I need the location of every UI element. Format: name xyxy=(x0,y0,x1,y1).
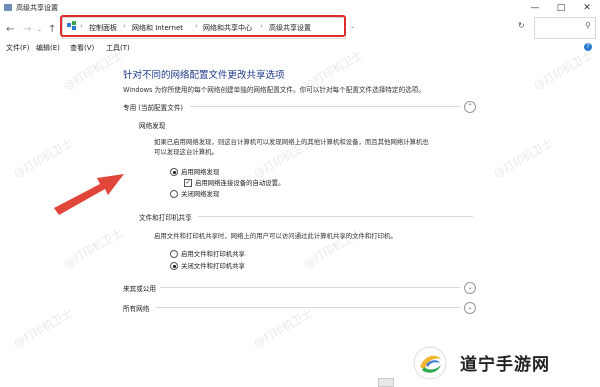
option-auto-setup[interactable]: 启用网络连接设备的自动设置。 xyxy=(195,178,284,187)
menu-file[interactable]: 文件(F) xyxy=(6,43,30,53)
page-title: 针对不同的网络配置文件更改共享选项 xyxy=(123,70,285,81)
menu-edit[interactable]: 编辑(E) xyxy=(36,43,60,53)
all-networks-profile-label[interactable]: 所有网络 xyxy=(123,303,149,313)
radio-enable-discovery[interactable] xyxy=(170,168,178,176)
title-bar: 高级共享设置 — □ ✕ xyxy=(0,0,600,16)
forward-arrow-icon[interactable]: → xyxy=(23,24,31,35)
chevron-down-icon[interactable]: ⌄ xyxy=(37,26,42,33)
divider xyxy=(160,287,460,288)
chevron-down-icon[interactable]: ⌄ xyxy=(464,282,476,294)
divider xyxy=(155,307,460,308)
highlight-box xyxy=(60,15,346,37)
watermark: @打印机卫士 xyxy=(61,48,126,93)
window-title: 高级共享设置 xyxy=(16,4,58,12)
radio-disable-discovery[interactable] xyxy=(170,190,178,198)
divider xyxy=(198,216,473,217)
watermark: @打印机卫士 xyxy=(531,48,596,93)
chevron-down-icon[interactable]: ⌄ xyxy=(464,302,476,314)
address-dropdown-icon[interactable]: ⌄ xyxy=(350,23,355,30)
option-enable-sharing[interactable]: 启用文件和打印机共享 xyxy=(181,249,245,258)
radio-disable-sharing[interactable] xyxy=(170,262,178,270)
divider xyxy=(190,106,460,107)
radio-enable-sharing[interactable] xyxy=(170,250,178,258)
close-button[interactable]: ✕ xyxy=(576,0,598,16)
search-icon: ⚲ xyxy=(585,21,591,30)
network-discovery-text-2: 可以发现这台计算机。 xyxy=(154,148,218,156)
watermark: @打印机卫士 xyxy=(491,136,556,181)
watermark: @打印机卫士 xyxy=(11,306,76,351)
brand-logo-icon xyxy=(412,345,448,381)
option-disable-discovery[interactable]: 关闭网络发现 xyxy=(181,189,219,198)
file-printer-sharing-text: 启用文件和打印机共享时，网络上的用户可以访问通过此计算机共享的文件和打印机。 xyxy=(154,232,397,240)
window-icon xyxy=(4,4,12,11)
back-arrow-icon[interactable]: ← xyxy=(6,24,14,35)
refresh-icon[interactable]: ↻ xyxy=(518,21,525,30)
maximize-button[interactable]: □ xyxy=(550,0,572,16)
watermark: @打印机卫士 xyxy=(251,306,316,351)
minimize-button[interactable]: — xyxy=(524,0,546,16)
taskbar-item xyxy=(378,378,394,387)
menu-view[interactable]: 查看(V) xyxy=(70,43,94,53)
private-profile-label[interactable]: 专用 (当前配置文件) xyxy=(123,102,183,112)
annotation-arrow-icon xyxy=(52,168,132,220)
watermark: @打印机卫士 xyxy=(61,226,126,271)
option-disable-sharing[interactable]: 关闭文件和打印机共享 xyxy=(181,261,245,270)
network-discovery-text-1: 如果已启用网络发现，则这台计算机可以发现网络上的其他计算机和设备，而且其他网络计… xyxy=(154,138,429,146)
network-discovery-title: 网络发现 xyxy=(139,122,166,130)
checkbox-auto-setup[interactable]: ✓ xyxy=(184,179,192,187)
guest-public-profile-label[interactable]: 来宾或公用 xyxy=(123,283,156,293)
up-arrow-icon[interactable]: ↑ xyxy=(48,24,56,35)
brand-name: 道宁手游网 xyxy=(460,355,550,375)
page-description: Windows 为你所使用的每个网络创建单独的网络配置文件。你可以针对每个配置文… xyxy=(123,86,425,94)
help-icon[interactable]: ? xyxy=(584,43,592,51)
chevron-up-icon[interactable]: ⌃ xyxy=(464,101,476,113)
option-enable-discovery[interactable]: 启用网络发现 xyxy=(181,167,219,176)
menu-tools[interactable]: 工具(T) xyxy=(106,43,130,53)
file-printer-sharing-title: 文件和打印机共享 xyxy=(139,214,192,222)
